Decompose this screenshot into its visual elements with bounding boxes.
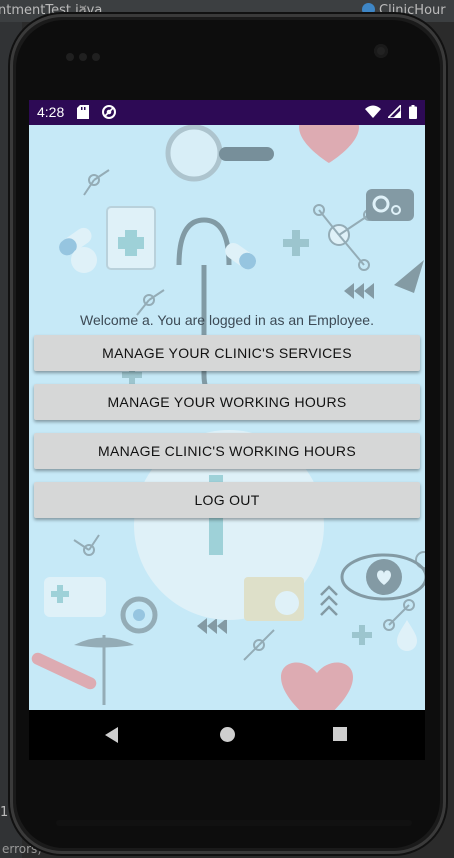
status-bar: 4:28 (29, 100, 425, 125)
wifi-icon (364, 105, 381, 118)
manage-services-button[interactable]: MANAGE YOUR CLINIC'S SERVICES (34, 335, 420, 371)
status-time: 4:28 (37, 104, 65, 120)
front-camera (374, 44, 388, 58)
signal-icon (385, 103, 402, 119)
manage-working-hours-button[interactable]: MANAGE YOUR WORKING HOURS (34, 384, 420, 420)
do-not-disturb-icon (102, 105, 117, 119)
manage-clinic-hours-button[interactable]: MANAGE CLINIC'S WORKING HOURS (34, 433, 420, 469)
home-icon[interactable] (220, 727, 235, 742)
battery-icon (409, 105, 417, 119)
status-right-icons (364, 103, 417, 124)
employee-home-screen: Welcome a. You are logged in as an Emplo… (29, 125, 425, 710)
back-icon[interactable] (105, 727, 118, 743)
device-screen: 4:28 Welcome a. You are logged in as an … (29, 100, 425, 760)
recents-icon[interactable] (333, 727, 347, 741)
log-out-button[interactable]: LOG OUT (34, 482, 420, 518)
bottom-speaker (56, 820, 412, 826)
navigation-bar (29, 710, 425, 760)
welcome-message: Welcome a. You are logged in as an Emplo… (80, 312, 374, 328)
status-left-icons (77, 105, 117, 124)
sd-card-icon (77, 105, 89, 119)
speaker-grille (66, 46, 106, 61)
